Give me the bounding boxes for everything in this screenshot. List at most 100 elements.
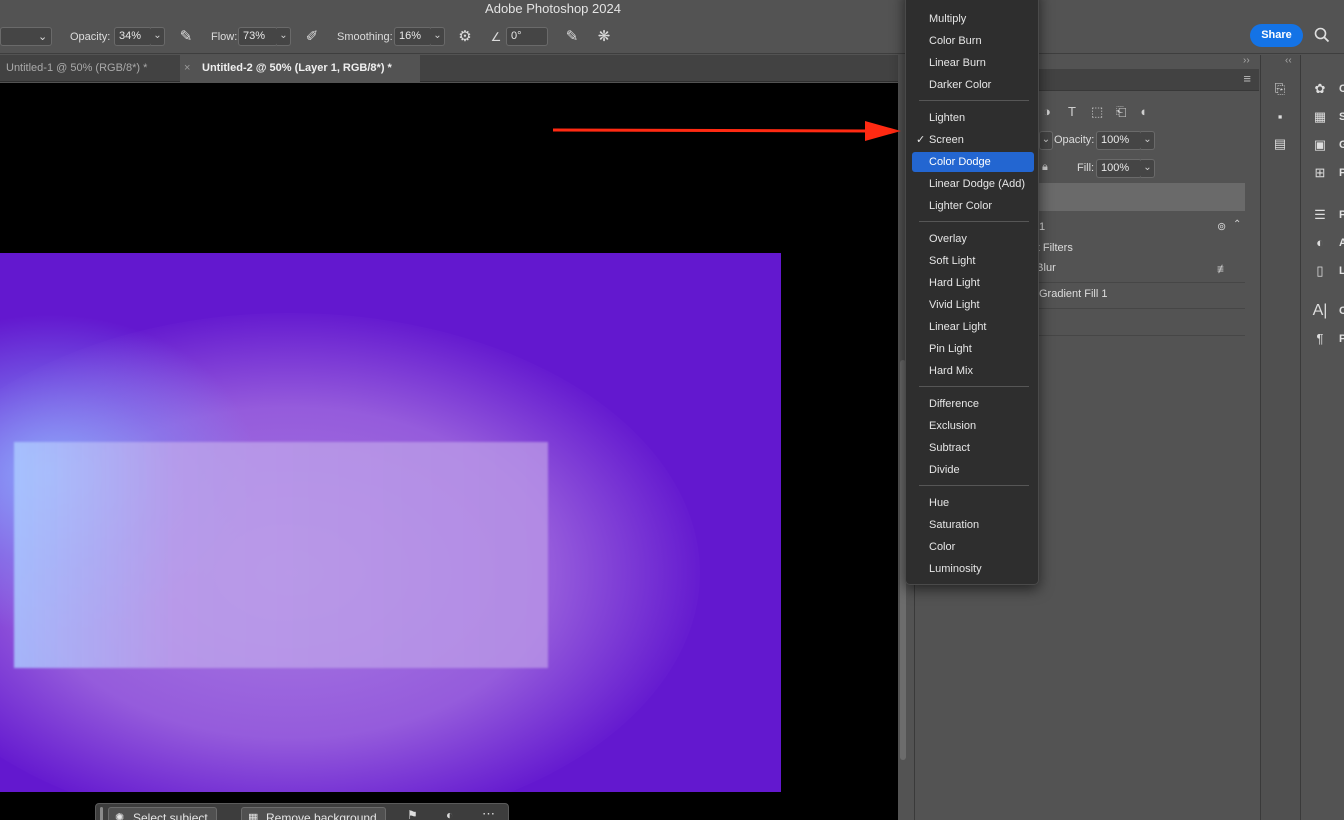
tab-untitled-1[interactable]: Untitled-1 @ 50% (RGB/8*) * — [0, 55, 180, 82]
character-icon[interactable]: A| — [1311, 302, 1329, 320]
menu-separator — [919, 100, 1029, 101]
blend-mode-item[interactable]: Linear Burn — [912, 53, 1034, 73]
blend-mode-item[interactable]: Color Burn — [912, 31, 1034, 51]
layer-fill-input[interactable]: 100% — [1096, 159, 1142, 178]
smoothing-dropdown-button[interactable]: ⌄ — [431, 27, 445, 46]
layer-opacity-dropdown[interactable]: ⌄ — [1141, 131, 1155, 150]
libraries-panel-label[interactable]: L — [1339, 265, 1344, 277]
blend-mode-item[interactable]: Hard Light — [912, 273, 1034, 293]
blend-mode-item[interactable]: Lighten — [912, 108, 1034, 128]
blend-mode-item[interactable]: Saturation — [912, 515, 1034, 535]
contextual-task-bar: ✺ Select subject ▦ Remove background ⚑ ◐… — [95, 803, 509, 820]
layer-opacity-input[interactable]: 100% — [1096, 131, 1142, 150]
blend-mode-label: Multiply — [929, 13, 967, 25]
gear-icon[interactable]: ⚙ — [455, 27, 475, 47]
blend-mode-label: Soft Light — [929, 255, 976, 267]
blend-mode-item[interactable]: ✓ Screen — [912, 130, 1034, 150]
adjustments-panel-label[interactable]: A — [1339, 237, 1344, 249]
blend-mode-item[interactable]: Lighter Color — [912, 196, 1034, 216]
comments-icon[interactable]: ▤ — [1271, 135, 1289, 153]
smoothing-label: Smoothing: — [337, 31, 393, 43]
learn-icon[interactable]: ▪ — [1271, 108, 1289, 126]
blend-mode-item[interactable]: Exclusion — [912, 416, 1034, 436]
shape-filter-icon[interactable]: ⬚ — [1091, 104, 1103, 120]
symmetry-butterfly-icon[interactable]: ❋ — [594, 27, 614, 47]
flow-input[interactable]: 73% — [238, 27, 278, 46]
adjustment-filter-icon[interactable]: ◑ — [1043, 104, 1051, 119]
color-panel-label[interactable]: C — [1339, 83, 1344, 95]
blend-mode-item[interactable]: Subtract — [912, 438, 1034, 458]
close-icon[interactable]: × — [184, 55, 190, 81]
canvas-area[interactable] — [0, 83, 898, 820]
panel-dock-strip: ✿ C ▦ S ▣ G ⊞ P ☰ P ◐ A ▯ L A| C ¶ P — [1300, 55, 1344, 820]
properties-panel-label[interactable]: P — [1339, 209, 1344, 221]
chevron-down-icon: ⌄ — [38, 31, 48, 43]
drag-handle[interactable] — [100, 807, 103, 820]
gradients-icon[interactable]: ▣ — [1311, 136, 1329, 154]
blend-mode-item[interactable]: Color Dodge — [912, 152, 1034, 172]
opacity-dropdown-button[interactable]: ⌄ — [151, 27, 165, 46]
flow-dropdown-button[interactable]: ⌄ — [277, 27, 291, 46]
blend-mode-item[interactable]: Darker Color — [912, 75, 1034, 95]
blend-mode-dropdown[interactable]: ⌄ — [1039, 131, 1053, 150]
opacity-label: Opacity: — [70, 31, 111, 43]
layer-fill-dropdown[interactable]: ⌄ — [1141, 159, 1155, 178]
paragraph-panel-label[interactable]: P — [1339, 333, 1344, 345]
blend-mode-item[interactable]: Difference — [912, 394, 1034, 414]
tab-untitled-2[interactable]: × Untitled-2 @ 50% (Layer 1, RGB/8*) * — [180, 55, 420, 82]
filter-blending-options-icon[interactable]: ≢ — [1217, 262, 1229, 276]
paragraph-icon[interactable]: ¶ — [1311, 330, 1329, 348]
pressure-opacity-icon[interactable]: ✎ — [176, 27, 196, 47]
share-button[interactable]: Share — [1250, 24, 1303, 47]
gradients-panel-label[interactable]: G — [1339, 139, 1344, 151]
history-icon[interactable]: ⎘ — [1271, 80, 1289, 98]
character-panel-label[interactable]: C — [1339, 305, 1344, 317]
blend-mode-item[interactable]: Hard Mix — [912, 361, 1034, 381]
adjustments-icon[interactable]: ◐ — [1311, 234, 1329, 252]
type-filter-icon[interactable]: T — [1068, 104, 1076, 119]
collapse-icon[interactable]: ‹‹ — [1285, 55, 1292, 66]
blend-mode-menu: Darken Multiply Color Burn Linear Burn Darke… — [905, 0, 1039, 585]
properties-icon[interactable]: ☰ — [1311, 206, 1329, 224]
blend-mode-item[interactable]: Hue — [912, 493, 1034, 513]
blend-mode-item[interactable]: Vivid Light — [912, 295, 1034, 315]
airbrush-icon[interactable]: ✐ — [302, 27, 322, 47]
document-canvas[interactable] — [0, 253, 781, 792]
blend-mode-label: Darken — [929, 0, 964, 3]
remove-background-label: Remove background — [266, 811, 377, 820]
adjustment-icon[interactable]: ◐ — [446, 808, 453, 820]
blend-mode-item[interactable]: Pin Light — [912, 339, 1034, 359]
chevron-up-icon[interactable]: ⌃ — [1233, 219, 1241, 230]
blend-mode-item[interactable]: Darken — [912, 0, 1034, 7]
patterns-panel-label[interactable]: P — [1339, 167, 1344, 179]
blend-mode-item[interactable]: Linear Light — [912, 317, 1034, 337]
lock-icon[interactable]: 🔒︎ — [1042, 161, 1048, 174]
filter-toggle-icon[interactable]: ◖ — [1139, 104, 1147, 119]
panel-menu-icon[interactable]: ≡ — [1243, 71, 1251, 86]
patterns-icon[interactable]: ⊞ — [1311, 164, 1329, 182]
search-icon[interactable] — [1314, 27, 1332, 45]
flag-icon[interactable]: ⚑ — [407, 808, 418, 820]
blend-mode-label: Divide — [929, 464, 960, 476]
pressure-size-icon[interactable]: ✎ — [562, 27, 582, 47]
more-options-icon[interactable]: ⋯ — [482, 806, 495, 820]
blend-mode-item[interactable]: Overlay — [912, 229, 1034, 249]
smart-object-filter-icon[interactable]: ⎗ — [1116, 104, 1126, 120]
opacity-input[interactable]: 34% — [114, 27, 152, 46]
collapse-icon[interactable]: ›› — [1243, 55, 1250, 66]
blend-mode-item[interactable]: Multiply — [912, 9, 1034, 29]
blend-mode-item[interactable]: Soft Light — [912, 251, 1034, 271]
color-icon[interactable]: ✿ — [1311, 80, 1329, 98]
angle-input[interactable]: 0° — [506, 27, 548, 46]
swatches-icon[interactable]: ▦ — [1311, 108, 1329, 126]
blend-mode-item[interactable]: Linear Dodge (Add) — [912, 174, 1034, 194]
select-subject-button[interactable]: ✺ Select subject — [108, 807, 217, 820]
blend-mode-item[interactable]: Color — [912, 537, 1034, 557]
remove-background-button[interactable]: ▦ Remove background — [241, 807, 386, 820]
blend-mode-item[interactable]: Luminosity — [912, 559, 1034, 579]
blend-mode-item[interactable]: Divide — [912, 460, 1034, 480]
blend-mode-label: Lighter Color — [929, 200, 992, 212]
swatches-panel-label[interactable]: S — [1339, 111, 1344, 123]
smoothing-input[interactable]: 16% — [394, 27, 432, 46]
libraries-icon[interactable]: ▯ — [1311, 262, 1329, 280]
